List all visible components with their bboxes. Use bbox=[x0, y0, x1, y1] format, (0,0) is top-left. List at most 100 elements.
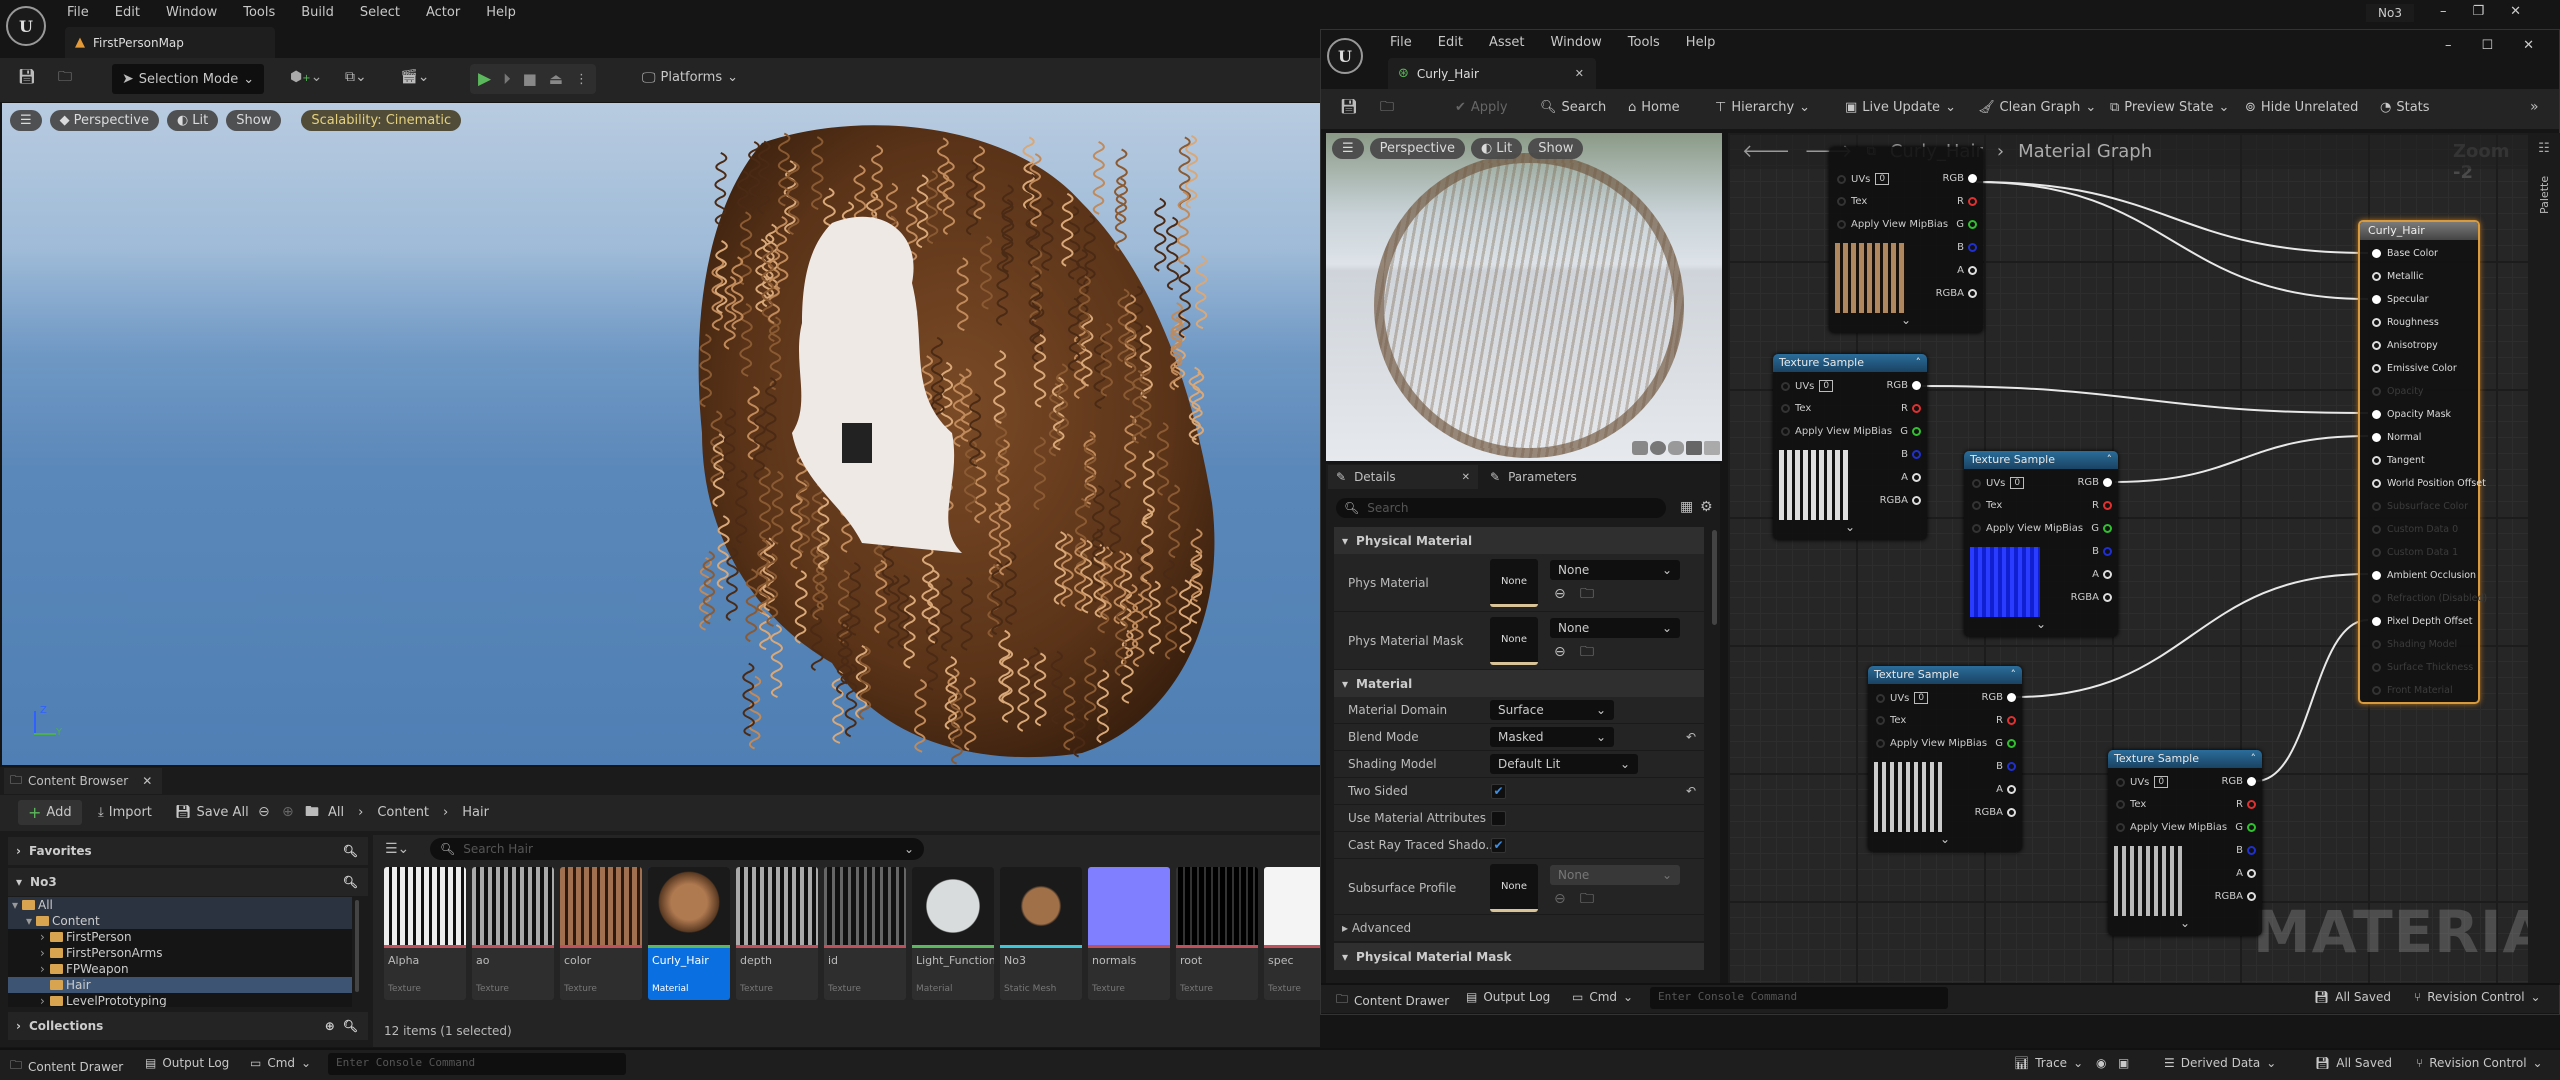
input-pin-icon[interactable] bbox=[2372, 433, 2381, 442]
output-log-button[interactable]: ▤ Output Log bbox=[1466, 990, 1550, 1004]
output-pin-icon[interactable] bbox=[2247, 846, 2256, 855]
connection-wire[interactable] bbox=[1975, 181, 2369, 254]
input-pin-row[interactable]: Apply View MipBias bbox=[1781, 426, 1892, 437]
use-selected-icon[interactable]: ⊖ bbox=[1554, 587, 1566, 601]
connection-wire[interactable] bbox=[1921, 385, 2369, 414]
close-button[interactable]: ✕ bbox=[2510, 4, 2521, 19]
output-pin-row[interactable]: A bbox=[1996, 784, 2016, 795]
collapse-icon[interactable]: ▾ bbox=[26, 914, 36, 928]
expand-icon[interactable]: › bbox=[40, 930, 50, 944]
output-pin-row[interactable]: A bbox=[1957, 265, 1977, 276]
output-pin-icon[interactable] bbox=[1912, 381, 1921, 390]
output-pin-row[interactable]: B bbox=[1996, 761, 2016, 772]
output-pin-row[interactable]: RGBA bbox=[1975, 807, 2016, 818]
menu-tools[interactable]: Tools bbox=[1628, 35, 1660, 50]
output-pin-row[interactable]: RGB bbox=[1942, 173, 1977, 184]
close-tab-icon[interactable]: ✕ bbox=[142, 774, 152, 788]
input-pin-icon[interactable] bbox=[2116, 800, 2125, 809]
forward-icon[interactable]: ⊕ bbox=[282, 805, 294, 819]
input-pin-icon[interactable] bbox=[2372, 548, 2381, 557]
breadcrumb-content[interactable]: Content bbox=[377, 805, 429, 820]
output-pin-icon[interactable] bbox=[1968, 243, 1977, 252]
output-pin-icon[interactable] bbox=[1968, 220, 1977, 229]
input-pin-icon[interactable] bbox=[1837, 174, 1846, 184]
result-pin-custom-data-0[interactable]: Custom Data 0 bbox=[2372, 524, 2458, 535]
input-pin-icon[interactable] bbox=[1781, 381, 1790, 391]
output-pin-icon[interactable] bbox=[2007, 693, 2016, 702]
result-pin-world-position-offset[interactable]: World Position Offset bbox=[2372, 478, 2486, 489]
phys-material-thumbnail[interactable]: None bbox=[1490, 559, 1538, 607]
content-browser-tab[interactable]: 🗀 Content Browser ✕ bbox=[4, 768, 162, 794]
shading-model-dropdown[interactable]: Default Lit ⌄ bbox=[1490, 754, 1638, 774]
phys-material-dropdown[interactable]: None ⌄ bbox=[1550, 560, 1680, 580]
output-pin-icon[interactable] bbox=[1912, 450, 1921, 459]
result-pin-opacity[interactable]: Opacity bbox=[2372, 386, 2424, 397]
output-pin-row[interactable]: G bbox=[1956, 219, 1977, 230]
output-pin-icon[interactable] bbox=[1912, 473, 1921, 482]
input-pin-row[interactable]: Tex bbox=[1972, 500, 2002, 511]
cylinder-icon[interactable] bbox=[1632, 441, 1648, 455]
level-viewport[interactable]: ☰ ◆ Perspective ◐ Lit Show Scalability: Ci… bbox=[2, 103, 1320, 765]
search-button[interactable]: 🔍︎ Search bbox=[1540, 100, 1606, 115]
expand-node-icon[interactable]: ⌄ bbox=[1845, 520, 1855, 534]
all-saved-button[interactable]: 💾︎ All Saved bbox=[2314, 990, 2391, 1004]
show-button[interactable]: Show bbox=[226, 110, 282, 131]
asset-tile-depth[interactable]: depth Texture bbox=[736, 867, 818, 1000]
folder-all[interactable]: ▾ All bbox=[8, 897, 352, 913]
output-pin-row[interactable]: A bbox=[2236, 868, 2256, 879]
input-pin-icon[interactable] bbox=[2372, 525, 2381, 534]
lit-button[interactable]: ◐ Lit bbox=[166, 110, 219, 131]
input-pin-row[interactable]: Apply View MipBias bbox=[2116, 822, 2227, 833]
collapse-node-icon[interactable]: ˄ bbox=[2011, 668, 2017, 682]
clean-graph-button[interactable]: 🧹︎ Clean Graph ⌄ bbox=[1978, 100, 2096, 115]
save-all-button[interactable]: 💾︎ Save All bbox=[175, 805, 249, 820]
output-pin-icon[interactable] bbox=[2007, 762, 2016, 771]
search-icon[interactable]: 🔍︎ bbox=[343, 844, 358, 858]
texture-sample-node[interactable]: Texture Sample˄UVs0TexApply View MipBias… bbox=[1829, 147, 1983, 333]
input-pin-icon[interactable] bbox=[1972, 501, 1981, 510]
cast-ray-traced-shadows-checkbox[interactable]: ✔ bbox=[1491, 838, 1506, 853]
output-pin-row[interactable]: G bbox=[1995, 738, 2016, 749]
cinematics-icon[interactable]: 🎬︎⌄ bbox=[400, 70, 430, 84]
output-pin-icon[interactable] bbox=[2103, 547, 2112, 556]
stop-icon[interactable]: ■ bbox=[523, 70, 537, 88]
input-pin-icon[interactable] bbox=[2372, 640, 2381, 649]
connection-wire[interactable] bbox=[2255, 619, 2369, 782]
result-pin-refraction-disabled-[interactable]: Refraction (Disabled) bbox=[2372, 593, 2487, 604]
reset-to-default-icon[interactable]: ↶ bbox=[1686, 731, 1696, 743]
content-drawer-button[interactable]: 🗀 Content Drawer bbox=[10, 1056, 123, 1077]
node-header[interactable]: Texture Sample ˄ bbox=[2108, 750, 2262, 768]
input-pin-icon[interactable] bbox=[2372, 686, 2381, 695]
output-pin-row[interactable]: A bbox=[1901, 472, 1921, 483]
input-pin-icon[interactable] bbox=[1781, 404, 1790, 413]
folder-content[interactable]: ▾ Content bbox=[8, 913, 352, 929]
input-pin-icon[interactable] bbox=[1876, 716, 1885, 725]
input-pin-row[interactable]: Apply View MipBias bbox=[1972, 523, 2083, 534]
asset-tile-ao[interactable]: ao Texture bbox=[472, 867, 554, 1000]
browse-asset-icon[interactable]: 🗀 bbox=[1580, 645, 1594, 659]
input-pin-icon[interactable] bbox=[1876, 739, 1885, 748]
cmd-dropdown[interactable]: ▭ Cmd ⌄ bbox=[1572, 990, 1633, 1004]
details-scrollbar[interactable] bbox=[1712, 530, 1717, 625]
expand-node-icon[interactable]: ⌄ bbox=[2036, 617, 2046, 631]
revision-control-button[interactable]: ⑂ Revision Control ⌄ bbox=[2416, 1056, 2543, 1070]
output-pin-row[interactable]: B bbox=[1901, 449, 1921, 460]
breadcrumb-hair[interactable]: Hair bbox=[462, 805, 489, 820]
input-pin-row[interactable]: Tex bbox=[2116, 799, 2146, 810]
output-pin-icon[interactable] bbox=[1912, 404, 1921, 413]
output-pin-row[interactable]: B bbox=[2092, 546, 2112, 557]
record-icon[interactable]: ◉ bbox=[2096, 1056, 2106, 1070]
menu-file[interactable]: File bbox=[67, 5, 89, 20]
texture-sample-node[interactable]: Texture Sample˄UVs0TexApply View MipBias… bbox=[1868, 666, 2022, 852]
input-pin-icon[interactable] bbox=[2372, 502, 2381, 511]
sphere-icon[interactable] bbox=[1650, 441, 1666, 455]
material-domain-dropdown[interactable]: Surface ⌄ bbox=[1490, 700, 1614, 720]
material-preview-viewport[interactable]: ☰ Perspective ◐ Lit Show bbox=[1326, 133, 1722, 461]
input-pin-icon[interactable] bbox=[2372, 456, 2381, 465]
output-pin-icon[interactable] bbox=[2103, 501, 2112, 510]
input-pin-row[interactable]: Tex bbox=[1781, 403, 1811, 414]
input-pin-icon[interactable] bbox=[2372, 249, 2381, 258]
input-pin-row[interactable]: UVs 0 bbox=[1972, 477, 2025, 489]
output-pin-icon[interactable] bbox=[2007, 808, 2016, 817]
output-pin-row[interactable]: R bbox=[2236, 799, 2256, 810]
